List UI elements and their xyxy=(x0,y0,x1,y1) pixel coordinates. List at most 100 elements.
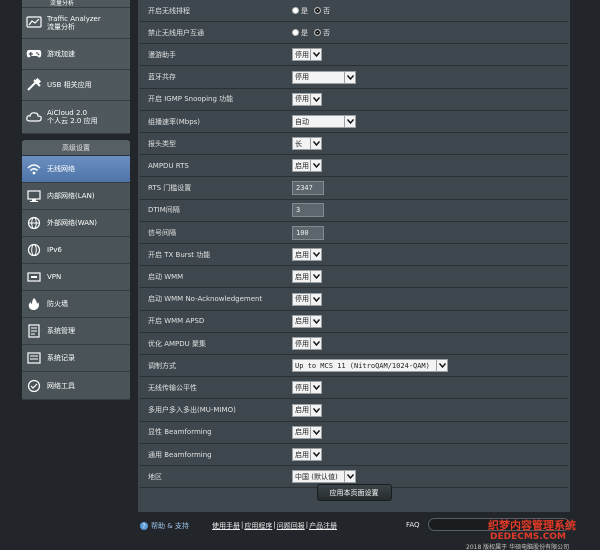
setting-row: 通用 Beamforming 启用 xyxy=(140,444,568,466)
text-input[interactable]: 3 xyxy=(292,203,324,218)
setting-row: 无线传输公平性 停用 xyxy=(140,377,568,400)
vpn-icon xyxy=(25,269,43,285)
select-value: 启用 xyxy=(295,450,309,459)
select-dropdown[interactable]: 启用 xyxy=(292,248,322,262)
setting-label: 地区 xyxy=(148,472,162,481)
chevron-down-icon xyxy=(310,338,321,349)
sidebar-item-label: VPN xyxy=(47,273,62,281)
setting-label: 启动 WMM No-Acknowledgement xyxy=(148,295,263,304)
firewall-icon xyxy=(25,296,43,312)
sidebar-item-label: Traffic Analyzer xyxy=(47,15,101,23)
select-dropdown[interactable]: 停用 xyxy=(292,337,322,350)
select-dropdown[interactable]: 长 xyxy=(292,137,322,151)
select-dropdown[interactable]: 启用 xyxy=(292,448,322,461)
sidebar-item-lan[interactable]: 内部网络(LAN) xyxy=(22,183,130,210)
faq-label: FAQ xyxy=(406,521,420,529)
setting-label: 通用 Beamforming xyxy=(148,450,212,459)
sidebar-item-label: 外部网络(WAN) xyxy=(47,219,98,227)
chevron-down-icon xyxy=(344,471,355,483)
sidebar-item-game-boost[interactable]: 游戏加速 xyxy=(22,39,130,70)
sidebar-item-traffic-analyzer[interactable]: Traffic Analyzer 流量分析 xyxy=(22,8,130,39)
select-value: 停用 xyxy=(295,50,309,59)
utility-link[interactable]: 应用程序 xyxy=(244,521,272,531)
sidebar-item-wan[interactable]: 外部网络(WAN) xyxy=(22,210,130,237)
select-dropdown[interactable]: 停用 xyxy=(292,381,322,395)
traffic-analyzer-icon xyxy=(25,15,43,31)
setting-row: 开启 TX Burst 功能 启用 xyxy=(140,244,568,267)
sidebar: 流量分析 Traffic Analyzer流量分析 游戏加速 USB 相关应用 xyxy=(22,0,130,400)
chevron-down-icon xyxy=(310,382,321,394)
setting-label: 开启 IGMP Snooping 功能 xyxy=(148,95,234,104)
radio-no[interactable]: 否 xyxy=(314,6,330,16)
setting-label: 开启 TX Burst 功能 xyxy=(148,250,211,259)
select-value: Up to MCS 11 (NitroQAM/1024-QAM) xyxy=(295,361,430,370)
sidebar-item-ipv6[interactable]: IPv6 xyxy=(22,237,130,264)
sidebar-item-vpn[interactable]: VPN xyxy=(22,264,130,291)
help-support-link[interactable]: ? 帮助 & 支持 xyxy=(140,521,189,531)
wireless-icon xyxy=(25,161,43,177)
select-dropdown[interactable]: 中国 (默认值) xyxy=(292,470,356,484)
chevron-down-icon xyxy=(344,116,355,127)
sidebar-item-label: 网络工具 xyxy=(47,381,75,390)
setting-row: 报头类型 长 xyxy=(140,133,568,156)
sidebar-item-label: IPv6 xyxy=(47,246,62,254)
sidebar-item-label: 流量分析 xyxy=(50,0,75,7)
footer-links: 使用手册 | 应用程序 | 问题回报 | 产品注册 xyxy=(212,521,338,531)
text-input[interactable]: 100 xyxy=(292,225,324,240)
select-dropdown[interactable]: 自动 xyxy=(292,115,356,128)
setting-label: 显性 Beamforming xyxy=(148,428,212,437)
select-value: 启用 xyxy=(295,272,309,281)
select-value: 启用 xyxy=(295,250,309,259)
setting-row: 调制方式 Up to MCS 11 (NitroQAM/1024-QAM) xyxy=(140,355,568,378)
radio-yes[interactable]: 是 xyxy=(292,28,308,38)
setting-label: DTIM间隔 xyxy=(148,206,180,215)
select-dropdown[interactable]: 启用 xyxy=(292,159,322,173)
select-dropdown[interactable]: 启用 xyxy=(292,425,322,439)
usb-icon xyxy=(25,77,43,93)
setting-row: RTS 门槛设置 2347 xyxy=(140,178,568,200)
sidebar-item-syslog[interactable]: 系统记录 xyxy=(22,345,130,372)
select-dropdown[interactable]: 启用 xyxy=(292,270,322,284)
sidebar-item-traffic-partial[interactable]: 流量分析 xyxy=(22,0,130,8)
select-value: 停用 xyxy=(295,73,309,82)
registration-link[interactable]: 产品注册 xyxy=(309,521,337,531)
setting-label: 信号间隔 xyxy=(148,228,176,237)
setting-row: 信号间隔 100 xyxy=(140,222,568,244)
sidebar-item-firewall[interactable]: 防火墙 xyxy=(22,291,130,318)
chevron-down-icon xyxy=(436,360,447,372)
radio-no[interactable]: 否 xyxy=(314,28,330,38)
select-dropdown[interactable]: 启用 xyxy=(292,403,322,417)
feedback-link[interactable]: 问题回报 xyxy=(277,521,305,531)
manual-link[interactable]: 使用手册 xyxy=(212,521,240,531)
select-dropdown[interactable]: 停用 xyxy=(292,92,322,106)
select-dropdown[interactable]: 停用 xyxy=(292,48,322,62)
chevron-down-icon xyxy=(310,449,321,460)
select-dropdown[interactable]: 停用 xyxy=(292,292,322,306)
setting-label: 调制方式 xyxy=(148,361,176,370)
sidebar-item-usb[interactable]: USB 相关应用 xyxy=(22,70,130,101)
select-value: 自动 xyxy=(295,117,309,126)
chevron-down-icon xyxy=(310,93,321,105)
apply-button[interactable]: 应用本页面设置 xyxy=(316,484,392,501)
sidebar-item-label: 无线网络 xyxy=(47,165,75,173)
text-input[interactable]: 2347 xyxy=(292,181,324,196)
radio-dot xyxy=(314,29,321,37)
sidebar-item-aicloud[interactable]: AiCloud 2.0 个人云 2.0 应用 xyxy=(22,101,130,134)
chevron-down-icon xyxy=(310,426,321,438)
radio-yes[interactable]: 是 xyxy=(292,6,308,16)
sidebar-item-admin[interactable]: 系统管理 xyxy=(22,318,130,345)
setting-row: 开启 WMM APSD 启用 xyxy=(140,311,568,333)
select-dropdown[interactable]: 启用 xyxy=(292,314,322,328)
select-dropdown[interactable]: 停用 xyxy=(292,70,356,84)
setting-row: 显性 Beamforming 启用 xyxy=(140,422,568,444)
select-dropdown[interactable]: Up to MCS 11 (NitroQAM/1024-QAM) xyxy=(292,359,448,373)
sidebar-item-network-tools[interactable]: 网络工具 xyxy=(22,372,130,400)
select-value: 中国 (默认值) xyxy=(295,472,338,481)
watermark-line1: 织梦内容管理系统 xyxy=(488,519,576,532)
radio-dot xyxy=(292,7,299,14)
select-value: 停用 xyxy=(295,95,309,104)
help-support-label: 帮助 & 支持 xyxy=(151,522,189,530)
setting-label: 无线传输公平性 xyxy=(148,383,197,392)
sidebar-item-wireless[interactable]: 无线网络 xyxy=(22,156,130,183)
select-value: 停用 xyxy=(295,339,309,348)
